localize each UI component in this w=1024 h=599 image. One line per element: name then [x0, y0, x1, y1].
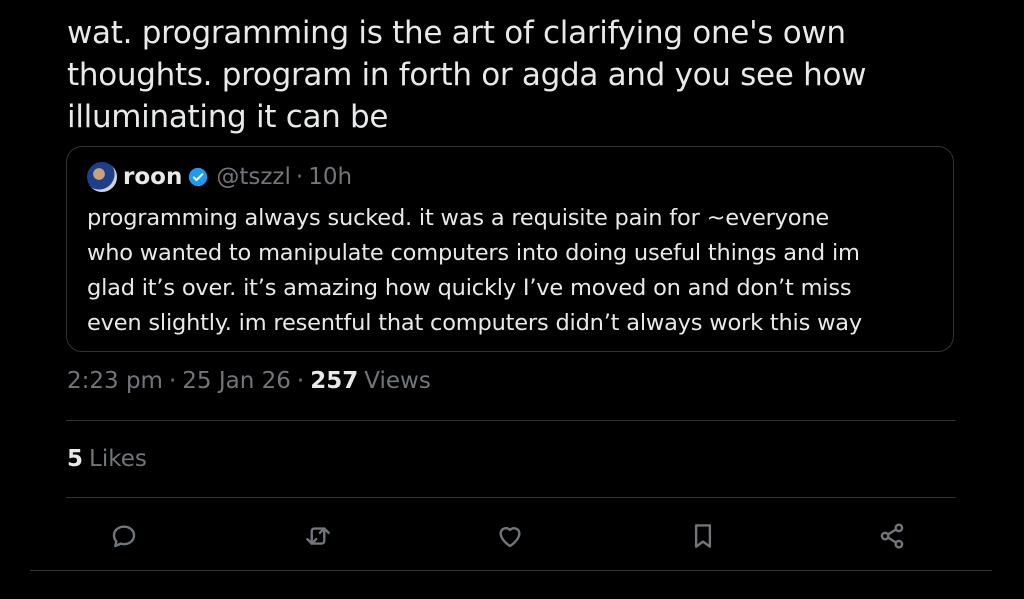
tweet-date[interactable]: 25 Jan 26: [182, 368, 291, 394]
likes-label: Likes: [89, 446, 147, 472]
separator-dot: ·: [168, 368, 177, 394]
likes-stat[interactable]: 5 Likes: [67, 446, 147, 472]
tweet-text-line: illuminating it can be: [67, 99, 389, 135]
repost-icon: [306, 527, 330, 545]
repost-button[interactable]: [298, 516, 338, 556]
avatar[interactable]: [87, 162, 117, 192]
share-button[interactable]: [872, 516, 912, 556]
reply-icon: [112, 525, 136, 548]
quoted-author-handle[interactable]: @tszzl: [216, 164, 291, 190]
quoted-text-line: glad it’s over. it’s amazing how quickly…: [87, 275, 852, 301]
tweet-text: wat. programming is the art of clarifyin…: [67, 12, 947, 138]
separator-dot: ·: [295, 164, 304, 190]
separator-dot: ·: [296, 368, 305, 394]
divider: [30, 570, 992, 571]
heart-icon: [499, 527, 521, 548]
views-count: 257: [310, 368, 359, 394]
share-icon: [880, 523, 904, 549]
action-bar: [0, 516, 1024, 556]
verified-badge-icon: [189, 167, 208, 187]
quoted-text-line: even slightly. im resentful that compute…: [87, 310, 862, 336]
divider: [66, 420, 956, 421]
views-label: Views: [364, 368, 431, 394]
bookmark-icon: [694, 524, 712, 548]
quoted-tweet-time[interactable]: 10h: [308, 164, 352, 190]
tweet-meta: 2:23 pm · 25 Jan 26 · 257 Views: [67, 368, 431, 394]
quoted-text-line: who wanted to manipulate computers into …: [87, 240, 860, 266]
divider: [66, 497, 956, 498]
quoted-tweet[interactable]: roon @tszzl · 10h programming always suc…: [66, 146, 954, 352]
reply-button[interactable]: [104, 516, 144, 556]
tweet-text-line: thoughts. program in forth or agda and y…: [67, 57, 867, 93]
likes-count: 5: [67, 446, 84, 472]
like-button[interactable]: [490, 516, 530, 556]
tweet-text-line: wat. programming is the art of clarifyin…: [67, 15, 846, 51]
tweet-time[interactable]: 2:23 pm: [67, 368, 163, 394]
quoted-text-line: programming always sucked. it was a requ…: [87, 205, 830, 231]
quoted-author-name[interactable]: roon: [123, 164, 182, 190]
bookmark-button[interactable]: [683, 516, 723, 556]
quoted-tweet-text: programming always sucked. it was a requ…: [87, 201, 947, 341]
quoted-tweet-header: roon @tszzl · 10h: [87, 161, 352, 193]
